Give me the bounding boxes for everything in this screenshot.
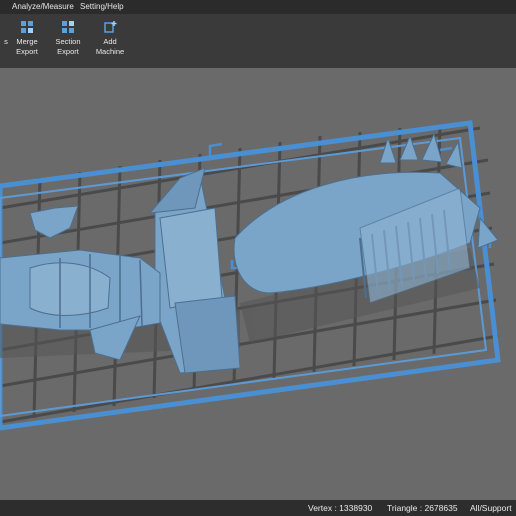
status-bar: Vertex : 1338930 Triangle : 2678635 All/… xyxy=(0,500,516,516)
menu-bar: Analyze/Measure Setting/Help xyxy=(0,0,516,14)
toolbar: s Merge Export Section Export Add Machin… xyxy=(0,14,516,69)
triangle-count: Triangle : 2678635 xyxy=(387,503,458,513)
support-status: All/Support xyxy=(470,503,512,513)
menu-setting-help[interactable]: Setting/Help xyxy=(80,2,124,11)
merge-export-button[interactable]: Merge Export xyxy=(7,20,47,56)
vertex-count: Vertex : 1338930 xyxy=(308,503,373,513)
add-machine-icon xyxy=(104,21,117,33)
menu-analyze-measure[interactable]: Analyze/Measure xyxy=(12,2,74,11)
section-export-label: Section Export xyxy=(55,37,81,56)
section-export-button[interactable]: Section Export xyxy=(48,20,88,56)
add-machine-label: Add Machine xyxy=(95,37,125,56)
merge-export-label: Merge Export xyxy=(16,37,38,56)
merge-export-icon xyxy=(21,21,33,33)
scene-canvas xyxy=(0,120,501,431)
section-export-icon xyxy=(62,21,74,33)
add-machine-button[interactable]: Add Machine xyxy=(90,20,130,56)
3d-viewport[interactable] xyxy=(0,68,516,500)
